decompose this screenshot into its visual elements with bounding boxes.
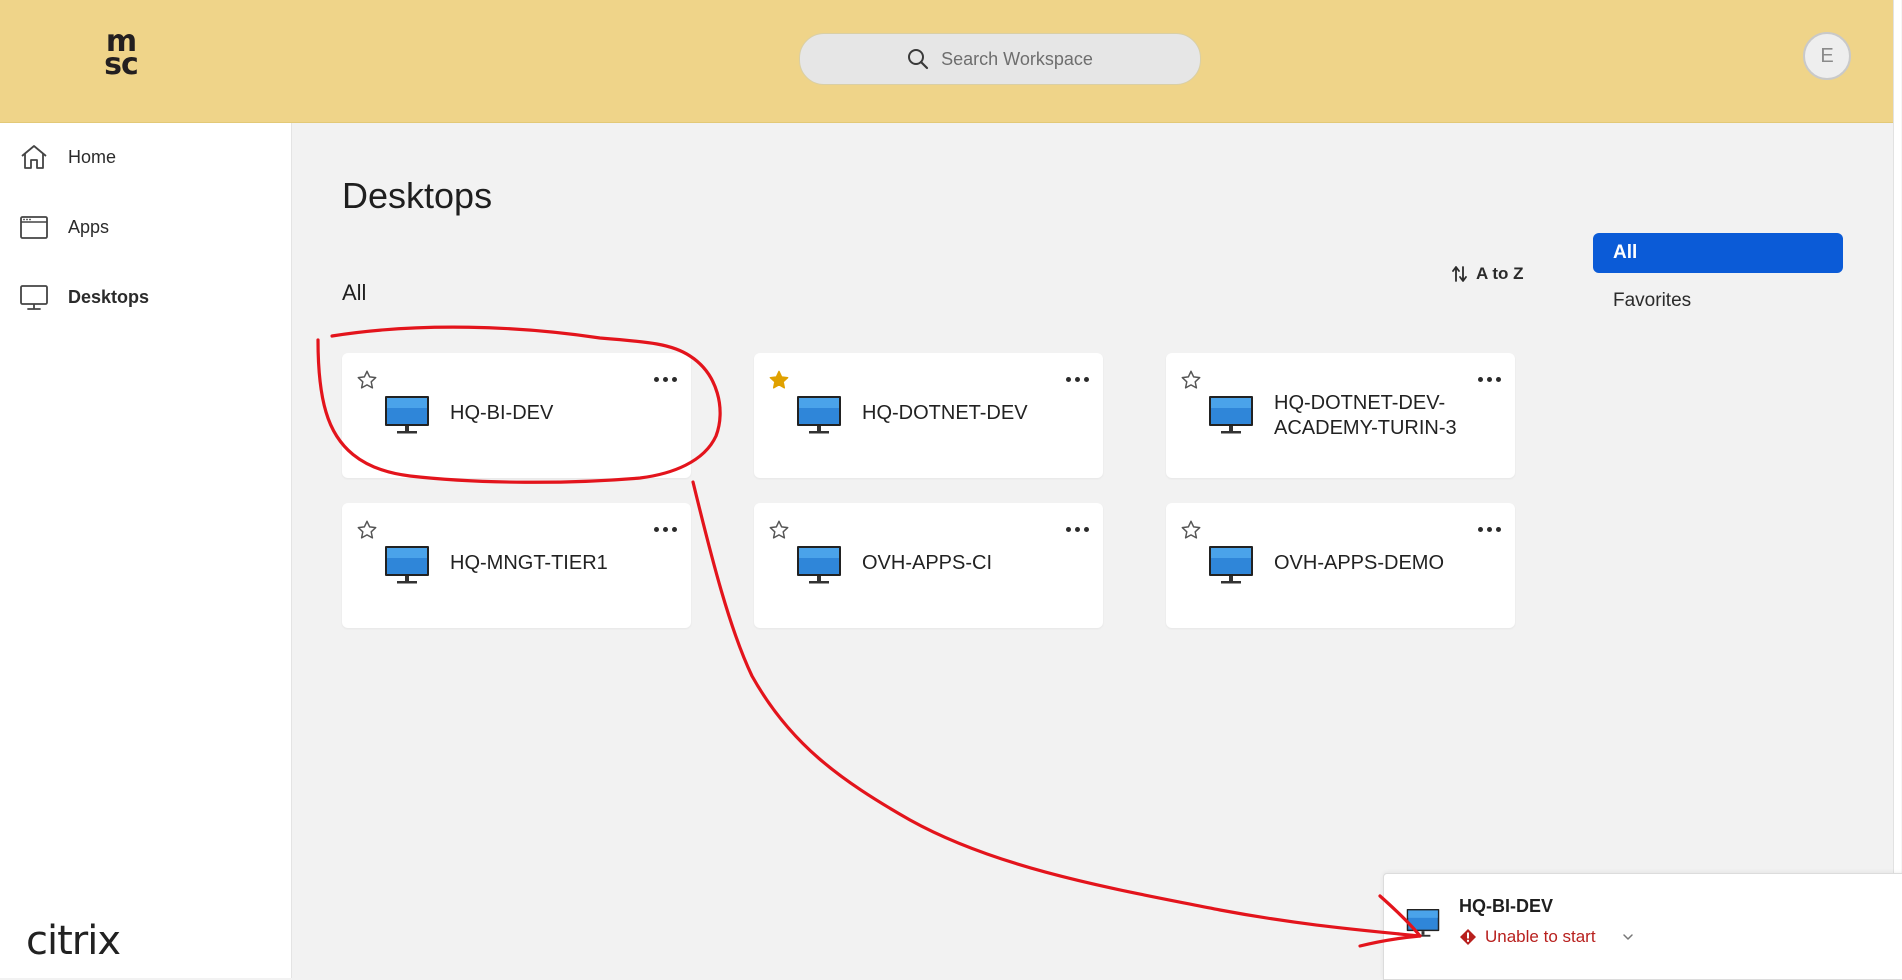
filter-all-button[interactable]: All xyxy=(1593,233,1843,273)
launch-status-notification[interactable]: HQ-BI-DEV Unable to start xyxy=(1383,873,1902,980)
desktop-name-line2: ACADEMY-TURIN-3 xyxy=(1274,417,1457,439)
desktop-name: OVH-APPS-DEMO xyxy=(1274,552,1445,574)
desktop-monitor-icon xyxy=(20,285,48,310)
sort-label: A to Z xyxy=(1476,264,1524,283)
notification-status: Unable to start xyxy=(1459,927,1596,947)
desktop-name: HQ-DOTNET-DEV- ACADEMY-TURIN-3 xyxy=(1274,391,1494,441)
monitor-icon xyxy=(385,396,429,434)
more-options-icon[interactable] xyxy=(1066,527,1089,532)
desktop-card[interactable]: OVH-APPS-CI xyxy=(754,503,1103,628)
desktop-card[interactable]: HQ-DOTNET-DEV- ACADEMY-TURIN-3 xyxy=(1166,353,1515,478)
sidebar-item-label: Home xyxy=(68,146,117,167)
more-options-icon[interactable] xyxy=(1478,377,1501,382)
desktop-card[interactable]: OVH-APPS-DEMO xyxy=(1166,503,1515,628)
star-outline-icon[interactable] xyxy=(356,369,378,391)
monitor-icon xyxy=(1209,546,1253,584)
logo-bottom-text: sc xyxy=(104,47,139,82)
desktop-name: HQ-MNGT-TIER1 xyxy=(450,552,608,574)
page-title: Desktops xyxy=(342,175,493,216)
desktop-card[interactable]: HQ-BI-DEV xyxy=(342,353,691,478)
sidebar: Home Apps Desktops citrix xyxy=(0,123,292,978)
star-outline-icon[interactable] xyxy=(356,519,378,541)
sidebar-item-apps[interactable]: Apps xyxy=(18,209,109,245)
star-outline-icon[interactable] xyxy=(1180,519,1202,541)
search-placeholder: Search Workspace xyxy=(941,48,1093,69)
notification-desktop-name: HQ-BI-DEV xyxy=(1459,896,1553,916)
scrollbar-thumb[interactable] xyxy=(1893,0,1901,978)
sidebar-item-label: Desktops xyxy=(68,286,150,307)
star-filled-icon[interactable] xyxy=(768,369,790,391)
desktop-card[interactable]: HQ-DOTNET-DEV xyxy=(754,353,1103,478)
more-options-icon[interactable] xyxy=(654,527,677,532)
citrix-logo: citrix xyxy=(26,918,121,964)
monitor-icon xyxy=(385,546,429,584)
search-icon xyxy=(908,49,929,70)
apps-window-icon xyxy=(20,216,48,239)
search-workspace-field[interactable]: Search Workspace xyxy=(799,33,1201,85)
section-label: All xyxy=(342,280,367,305)
desktop-card[interactable]: HQ-MNGT-TIER1 xyxy=(342,503,691,628)
monitor-icon xyxy=(797,546,841,584)
sidebar-item-desktops[interactable]: Desktops xyxy=(18,279,149,315)
desktop-name: HQ-BI-DEV xyxy=(450,402,554,424)
star-outline-icon[interactable] xyxy=(1180,369,1202,391)
sidebar-item-home[interactable]: Home xyxy=(18,139,116,175)
error-icon xyxy=(1460,929,1476,945)
home-icon xyxy=(21,145,47,169)
user-avatar[interactable]: E xyxy=(1803,32,1851,80)
monitor-icon xyxy=(1209,396,1253,434)
sort-button[interactable]: A to Z xyxy=(1452,264,1524,284)
desktop-name-line1: HQ-DOTNET-DEV- xyxy=(1274,392,1446,414)
chevron-down-icon[interactable] xyxy=(1621,930,1635,944)
filter-favorites-button[interactable]: Favorites xyxy=(1613,290,1691,312)
more-options-icon[interactable] xyxy=(654,377,677,382)
desktop-name: OVH-APPS-CI xyxy=(862,552,993,574)
msc-logo[interactable]: m sc xyxy=(92,27,150,86)
status-text: Unable to start xyxy=(1485,927,1596,946)
monitor-icon xyxy=(797,396,841,434)
more-options-icon[interactable] xyxy=(1478,527,1501,532)
more-options-icon[interactable] xyxy=(1066,377,1089,382)
sort-arrows-icon xyxy=(1452,266,1467,282)
top-header: m sc Search Workspace E xyxy=(0,0,1893,123)
sidebar-item-label: Apps xyxy=(68,216,110,237)
page-scrollbar[interactable] xyxy=(1893,0,1902,978)
desktop-name: HQ-DOTNET-DEV xyxy=(862,402,1028,424)
monitor-icon xyxy=(1406,908,1440,937)
star-outline-icon[interactable] xyxy=(768,519,790,541)
